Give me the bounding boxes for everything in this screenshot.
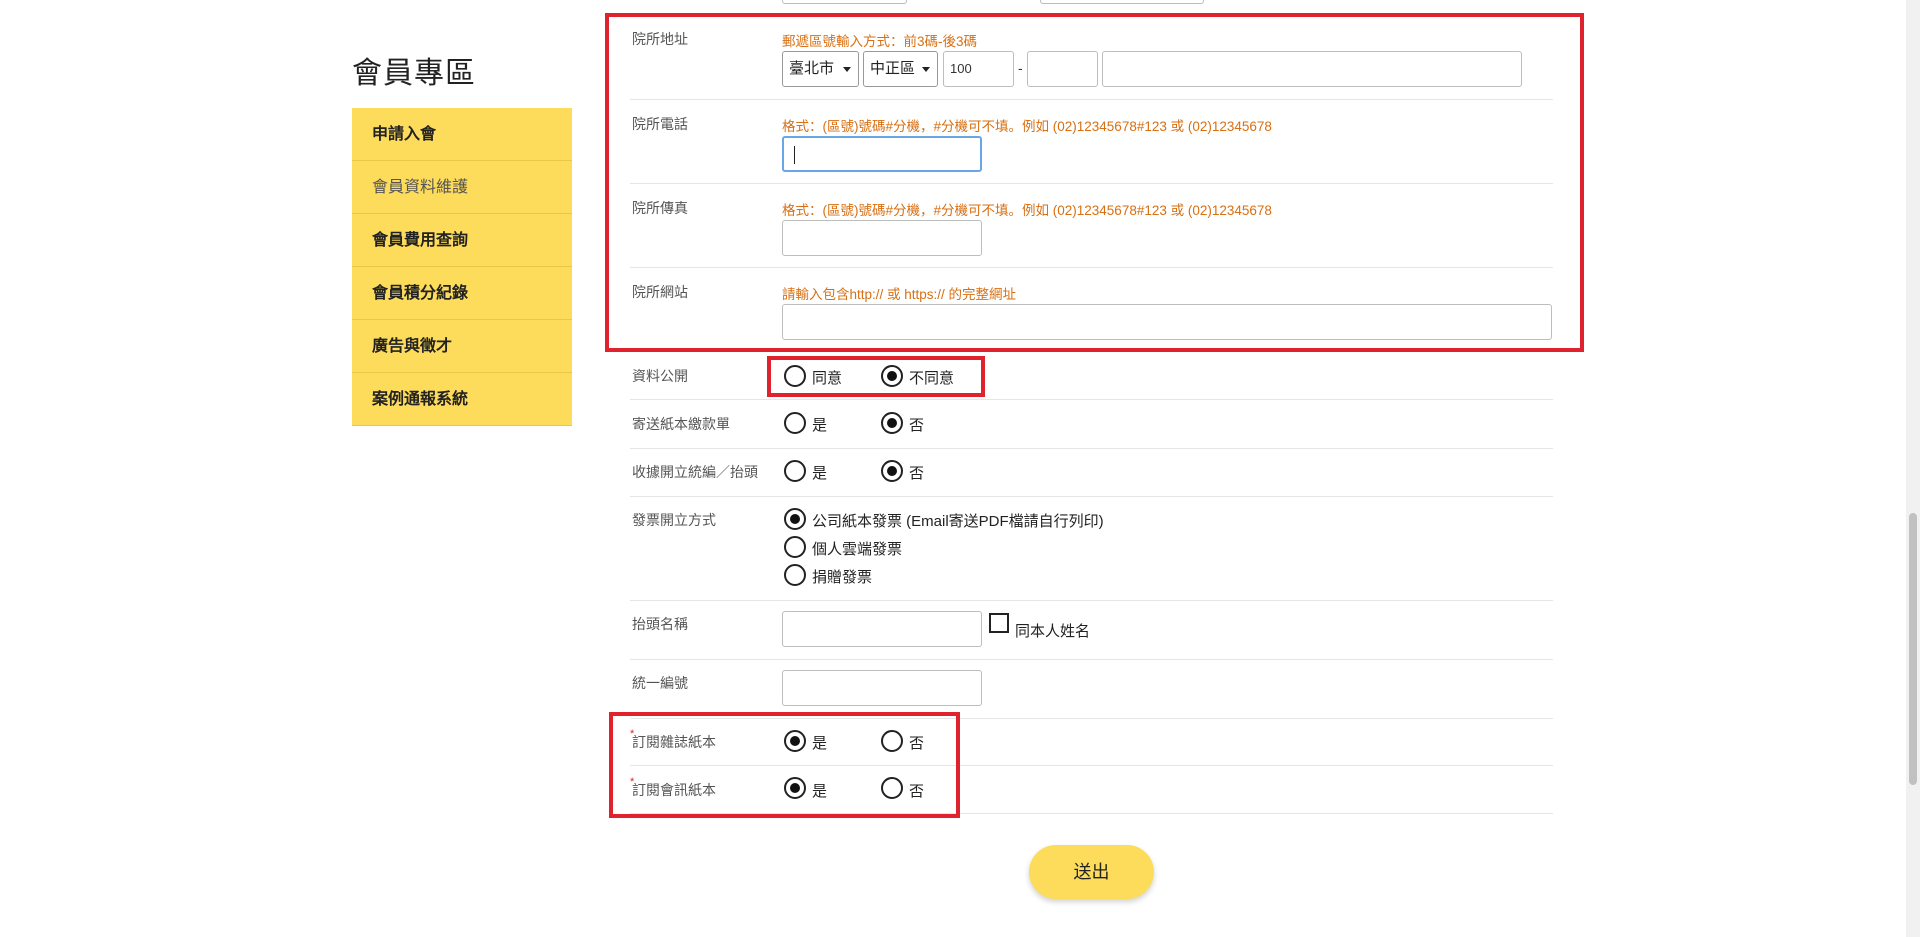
receipt-taxid-yes-label: 是 <box>812 465 828 482</box>
invoice-cloud-radio[interactable] <box>784 536 806 558</box>
paper-bill-yes-radio[interactable] <box>784 412 806 434</box>
public-data-label: 資料公開 <box>632 368 688 384</box>
same-as-name-checkbox[interactable] <box>989 613 1009 633</box>
highlight-box-subscriptions <box>609 712 960 818</box>
sidebar-item-ads[interactable]: 廣告與徵才 <box>352 320 572 373</box>
tax-id-input[interactable] <box>782 670 982 706</box>
submit-button[interactable]: 送出 <box>1029 845 1154 899</box>
invoice-label: 發票開立方式 <box>632 512 716 528</box>
highlight-box-public <box>767 356 985 397</box>
invoice-company-label: 公司紙本發票 (Email寄送PDF檔請自行列印) <box>812 513 1104 530</box>
title-name-input[interactable] <box>782 611 982 647</box>
divider <box>630 496 1553 497</box>
sidebar-item-profile[interactable]: 會員資料維護 <box>352 161 572 214</box>
divider <box>630 600 1553 601</box>
paper-bill-label: 寄送紙本繳款單 <box>632 416 730 432</box>
invoice-company-radio[interactable] <box>784 508 806 530</box>
divider <box>630 448 1553 449</box>
member-zone-title: 會員專區 <box>352 57 476 90</box>
paper-bill-no-label: 否 <box>909 417 925 434</box>
tax-id-label: 統一編號 <box>632 675 688 691</box>
paper-bill-yes-label: 是 <box>812 417 828 434</box>
divider <box>630 399 1553 400</box>
divider <box>630 659 1553 660</box>
scrollbar-thumb[interactable] <box>1909 513 1917 785</box>
scrollbar-track[interactable] <box>1906 0 1920 937</box>
receipt-taxid-label: 收據開立統編／抬頭 <box>632 464 758 480</box>
sidebar-item-points[interactable]: 會員積分紀錄 <box>352 267 572 320</box>
receipt-taxid-yes-radio[interactable] <box>784 460 806 482</box>
invoice-cloud-label: 個人雲端發票 <box>812 541 903 558</box>
sidebar-menu: 申請入會 會員資料維護 會員費用查詢 會員積分紀錄 廣告與徵才 案例通報系統 <box>352 108 572 426</box>
invoice-donate-label: 捐贈發票 <box>812 569 873 586</box>
sidebar-item-fees[interactable]: 會員費用查詢 <box>352 214 572 267</box>
prev-field-fragment-left <box>782 0 907 4</box>
title-name-label: 抬頭名稱 <box>632 616 688 632</box>
prev-field-fragment-right <box>1040 0 1204 4</box>
receipt-taxid-no-radio[interactable] <box>881 460 903 482</box>
paper-bill-no-radio[interactable] <box>881 412 903 434</box>
sidebar-item-case-report[interactable]: 案例通報系統 <box>352 373 572 426</box>
highlight-box-contact <box>605 13 1584 352</box>
receipt-taxid-no-label: 否 <box>909 465 925 482</box>
invoice-donate-radio[interactable] <box>784 564 806 586</box>
same-as-name-label: 同本人姓名 <box>1015 623 1091 640</box>
sidebar-item-apply[interactable]: 申請入會 <box>352 108 572 161</box>
